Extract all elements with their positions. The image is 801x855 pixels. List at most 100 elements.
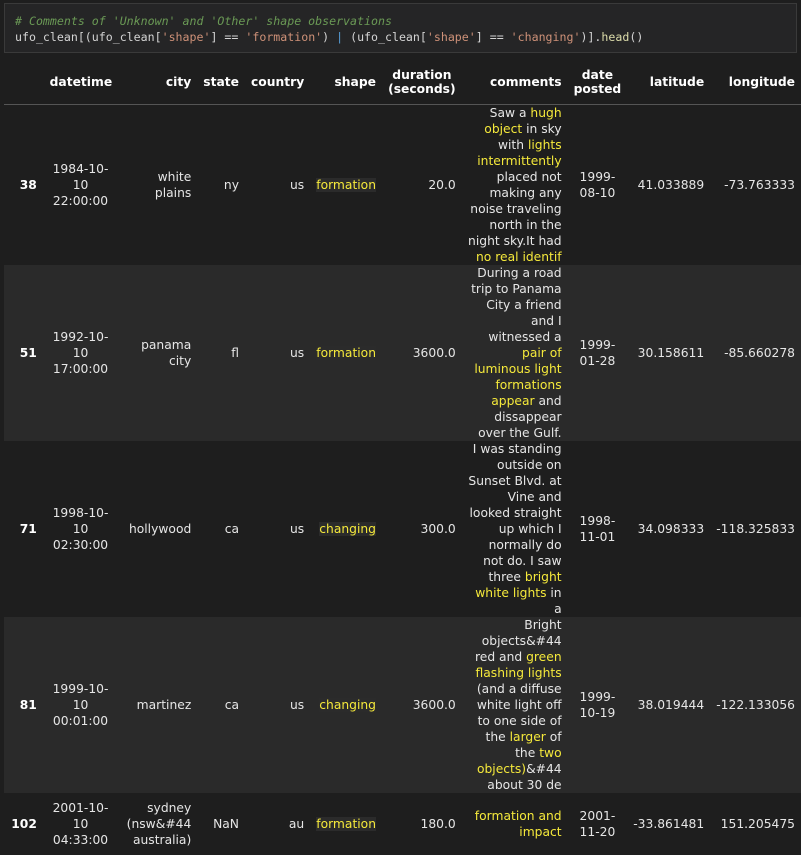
cell-datetime: 1992-10- 10 17:00:00 — [52, 330, 109, 376]
cell-comments: I was standing outside on Sunset Blvd. a… — [462, 441, 568, 617]
column-header: city — [118, 60, 198, 105]
cell-comments: Saw a hugh object in sky with lights int… — [462, 105, 568, 266]
cell-country: au — [288, 817, 305, 831]
table-row: 81 1999-10- 10 00:01:00 martinez ca us changing… — [4, 617, 801, 793]
cell-comments: formation and impact — [462, 793, 568, 855]
highlighted-text: larger — [509, 730, 546, 744]
cell-latitude: -33.861481 — [633, 817, 705, 831]
cell-city: panama city — [141, 338, 192, 368]
table-header-row: datetime city state country shape duration (se… — [4, 60, 801, 105]
code-token: ) — [322, 30, 337, 44]
row-index: 71 — [19, 522, 37, 536]
cell-latitude: 34.098333 — [637, 522, 705, 536]
cell-datetime: 2001-10- 10 04:33:00 — [52, 801, 109, 847]
row-index: 102 — [11, 817, 37, 831]
column-header: state — [197, 60, 245, 105]
comment-text: During a road trip to Panama City a frie… — [471, 266, 562, 344]
table-row: 102 2001-10- 10 04:33:00 sydney (nsw&#44 austr… — [4, 793, 801, 855]
cell-date-posted: 1999- 10-19 — [579, 690, 616, 720]
comment-text: placed not making any noise traveling no… — [468, 170, 562, 248]
code-token: 'changing' — [510, 30, 581, 44]
cell-latitude: 41.033889 — [637, 178, 705, 192]
cell-shape: formation — [310, 265, 382, 441]
output-area: datetime city state country shape duration (se… — [4, 60, 801, 855]
cell-state: ca — [224, 698, 239, 712]
cell-duration: 180.0 — [420, 817, 456, 831]
column-header — [4, 60, 43, 105]
cell-state: NaN — [213, 817, 239, 831]
cell-country: us — [290, 698, 305, 712]
column-header: country — [245, 60, 311, 105]
row-index: 38 — [19, 178, 37, 192]
column-header: latitude — [627, 60, 711, 105]
highlighted-text: formation and impact — [474, 809, 562, 839]
cell-comments: Bright objects&#44 red and green flashin… — [462, 617, 568, 793]
row-index: 81 — [19, 698, 37, 712]
code-token: () — [629, 30, 644, 44]
column-header: longitude — [710, 60, 801, 105]
row-index: 51 — [19, 346, 37, 360]
cell-state: ny — [223, 178, 239, 192]
comment-text: in a — [546, 586, 562, 616]
code-token: 'shape' — [426, 30, 476, 44]
cell-datetime: 1984-10- 10 22:00:00 — [52, 162, 109, 208]
column-header: shape — [310, 60, 382, 105]
cell-duration: 3600.0 — [412, 346, 456, 360]
shape-value: formation — [316, 178, 376, 192]
column-header: comments — [461, 60, 568, 105]
column-header: date posted — [567, 60, 628, 105]
cell-longitude: 151.205475 — [720, 817, 795, 831]
cell-country: us — [290, 522, 305, 536]
cell-shape: formation — [310, 105, 382, 266]
cell-shape: changing — [310, 441, 382, 617]
shape-value: changing — [319, 522, 376, 536]
cell-city: sydney (nsw&#44 australia) — [126, 801, 192, 847]
cell-duration: 300.0 — [420, 522, 456, 536]
code-token: ] == — [475, 30, 511, 44]
cell-date-posted: 1999- 08-10 — [579, 170, 616, 200]
cell-duration: 20.0 — [428, 178, 456, 192]
code-token: ufo_clean[(ufo_clean[ — [15, 30, 162, 44]
cell-country: us — [290, 178, 305, 192]
shape-value: formation — [316, 817, 376, 831]
code-token: ] == — [210, 30, 246, 44]
cell-longitude: -122.133056 — [716, 698, 795, 712]
code-comment: # Comments of 'Unknown' and 'Other' shap… — [15, 14, 392, 28]
code-token: head — [601, 30, 630, 44]
code-statement: ufo_clean[(ufo_clean['shape'] == 'format… — [15, 30, 643, 44]
table-row: 71 1998-10- 10 02:30:00 hollywood ca us changin… — [4, 441, 801, 617]
code-token: 'shape' — [161, 30, 211, 44]
cell-country: us — [290, 346, 305, 360]
shape-value: formation — [316, 346, 376, 360]
code-cell[interactable]: # Comments of 'Unknown' and 'Other' shap… — [4, 3, 797, 53]
table-row: 38 1984-10- 10 22:00:00 white plains ny us form… — [4, 104, 801, 266]
cell-state: fl — [231, 346, 239, 360]
table-row: 51 1992-10- 10 17:00:00 panama city fl us forma… — [4, 265, 801, 441]
cell-datetime: 1998-10- 10 02:30:00 — [52, 506, 109, 552]
dataframe-table: datetime city state country shape duration (se… — [4, 60, 801, 855]
code-token: )]. — [580, 30, 602, 44]
comment-text: I was standing outside on Sunset Blvd. a… — [468, 442, 562, 584]
cell-shape: changing — [310, 617, 382, 793]
column-header: datetime — [42, 60, 119, 105]
cell-city: white plains — [154, 170, 192, 200]
cell-city: martinez — [136, 698, 192, 712]
cell-date-posted: 2001- 11-20 — [579, 809, 616, 839]
cell-shape: formation — [310, 793, 382, 855]
code-token: 'formation' — [245, 30, 323, 44]
cell-longitude: -118.325833 — [716, 522, 795, 536]
cell-datetime: 1999-10- 10 00:01:00 — [52, 682, 109, 728]
cell-longitude: -73.763333 — [724, 178, 795, 192]
cell-latitude: 30.158611 — [637, 346, 705, 360]
highlighted-text: no real identif — [476, 250, 562, 264]
cell-date-posted: 1998- 11-01 — [579, 514, 616, 544]
code-token: (ufo_clean[ — [343, 30, 427, 44]
column-header: duration (seconds) — [382, 60, 462, 105]
cell-date-posted: 1999- 01-28 — [579, 338, 616, 368]
cell-comments: During a road trip to Panama City a frie… — [462, 265, 568, 441]
cell-latitude: 38.019444 — [637, 698, 705, 712]
cell-city: hollywood — [128, 522, 192, 536]
cell-state: ca — [224, 522, 239, 536]
shape-value: changing — [319, 698, 376, 712]
cell-longitude: -85.660278 — [724, 346, 795, 360]
